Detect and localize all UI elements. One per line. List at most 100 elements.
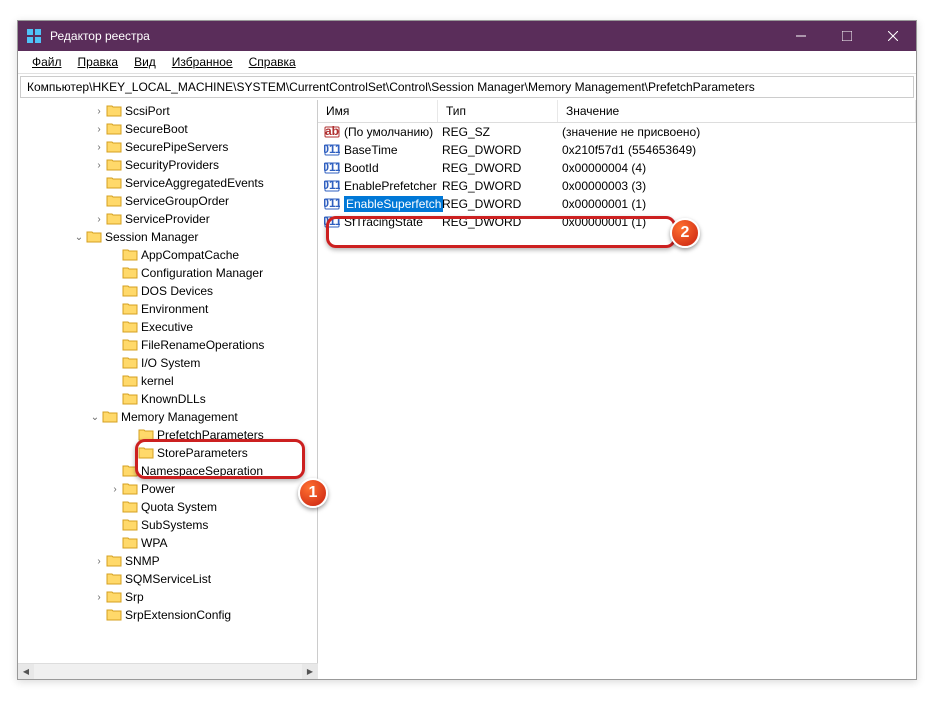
tree-item[interactable]: NamespaceSeparation [104,462,317,480]
tree-item[interactable]: ›SecurePipeServers [88,138,317,156]
svg-text:011: 011 [324,196,340,210]
folder-icon [106,158,122,172]
menu-file[interactable]: Файл [26,53,68,71]
column-value[interactable]: Значение [558,100,916,122]
column-type[interactable]: Тип [438,100,558,122]
folder-icon [122,464,138,478]
menu-view[interactable]: Вид [128,53,162,71]
maximize-button[interactable] [824,21,870,51]
registry-value-row[interactable]: 011SfTracingStateREG_DWORD0x00000001 (1) [318,213,916,231]
dword-value-icon: 011 [324,178,340,194]
tree-item[interactable]: ›ScsiPort [88,102,317,120]
folder-icon [106,194,122,208]
menu-edit[interactable]: Правка [72,53,125,71]
folder-icon [138,446,154,460]
registry-value-row[interactable]: 011BaseTimeREG_DWORD0x210f57d1 (55465364… [318,141,916,159]
tree-item[interactable]: ServiceGroupOrder [88,192,317,210]
folder-icon [122,482,138,496]
chevron-right-icon[interactable]: › [92,122,106,136]
svg-text:011: 011 [324,214,340,228]
tree-item[interactable]: ›Srp [88,588,317,606]
tree-item[interactable]: SrpExtensionConfig [88,606,317,624]
tree-item[interactable]: ›SNMP [88,552,317,570]
tree-item[interactable]: SQMServiceList [88,570,317,588]
folder-icon [106,608,122,622]
folder-icon [102,410,118,424]
folder-icon [122,302,138,316]
tree-item[interactable]: Configuration Manager [104,264,317,282]
tree-item[interactable]: StoreParameters [120,444,317,462]
svg-text:ab: ab [325,124,339,138]
window-controls [778,21,916,51]
scroll-left-button[interactable]: ◀ [18,664,34,679]
tree-item[interactable]: Executive [104,318,317,336]
chevron-right-icon[interactable]: › [108,482,122,496]
folder-icon [122,356,138,370]
tree-item[interactable]: kernel [104,372,317,390]
horizontal-scrollbar[interactable]: ◀ ▶ [18,663,318,679]
tree-item[interactable]: SubSystems [104,516,317,534]
tree-item-memory-management[interactable]: ⌄ Memory Management [18,408,317,426]
tree-item[interactable]: Quota System [104,498,317,516]
folder-icon [122,266,138,280]
folder-icon [122,284,138,298]
folder-icon [106,176,122,190]
tree-item[interactable]: ›Power [104,480,317,498]
registry-value-row[interactable]: 011EnableSuperfetchREG_DWORD0x00000001 (… [318,195,916,213]
string-value-icon: ab [324,124,340,140]
folder-icon [106,104,122,118]
dword-value-icon: 011 [324,160,340,176]
close-button[interactable] [870,21,916,51]
chevron-down-icon[interactable]: ⌄ [88,410,102,424]
tree-pane[interactable]: ›ScsiPort›SecureBoot›SecurePipeServers›S… [18,100,318,679]
tree-item-session-manager[interactable]: ⌄ Session Manager [18,228,317,246]
dword-value-icon: 011 [324,214,340,230]
chevron-right-icon[interactable]: › [92,140,106,154]
folder-icon [106,140,122,154]
tree-item[interactable]: KnownDLLs [104,390,317,408]
svg-text:011: 011 [324,142,340,156]
chevron-right-icon[interactable]: › [92,554,106,568]
tree-item[interactable]: ›SecureBoot [88,120,317,138]
list-header: Имя Тип Значение [318,100,916,123]
chevron-right-icon[interactable]: › [92,212,106,226]
tree-item[interactable]: DOS Devices [104,282,317,300]
registry-value-row[interactable]: 011BootIdREG_DWORD0x00000004 (4) [318,159,916,177]
registry-value-row[interactable]: ab(По умолчанию)REG_SZ(значение не присв… [318,123,916,141]
dword-value-icon: 011 [324,196,340,212]
svg-text:011: 011 [324,160,340,174]
registry-editor-window: Редактор реестра Файл Правка Вид Избранн… [17,20,917,680]
tree-item[interactable]: PrefetchParameters [120,426,317,444]
tree-item[interactable]: ›SecurityProviders [88,156,317,174]
tree-item[interactable]: FileRenameOperations [104,336,317,354]
titlebar[interactable]: Редактор реестра [18,21,916,51]
address-bar[interactable]: Компьютер\HKEY_LOCAL_MACHINE\SYSTEM\Curr… [20,76,914,98]
maximize-icon [842,31,852,41]
folder-icon [86,230,102,244]
column-name[interactable]: Имя [318,100,438,122]
folder-icon [122,338,138,352]
chevron-right-icon[interactable]: › [92,158,106,172]
folder-icon [122,374,138,388]
menu-help[interactable]: Справка [243,53,302,71]
app-icon [26,28,42,44]
registry-value-row[interactable]: 011EnablePrefetcherREG_DWORD0x00000003 (… [318,177,916,195]
tree-item[interactable]: AppCompatCache [104,246,317,264]
chevron-right-icon[interactable]: › [92,590,106,604]
tree-item[interactable]: Environment [104,300,317,318]
scroll-track[interactable] [34,664,302,679]
values-pane[interactable]: Имя Тип Значение ab(По умолчанию)REG_SZ(… [318,100,916,679]
chevron-down-icon[interactable]: ⌄ [72,230,86,244]
minimize-icon [796,31,806,41]
tree-item[interactable]: ›ServiceProvider [88,210,317,228]
tree-item[interactable]: ServiceAggregatedEvents [88,174,317,192]
folder-icon [122,518,138,532]
folder-icon [122,248,138,262]
tree-item[interactable]: WPA [104,534,317,552]
scroll-right-button[interactable]: ▶ [302,664,318,679]
minimize-button[interactable] [778,21,824,51]
chevron-right-icon[interactable]: › [92,104,106,118]
tree-item[interactable]: I/O System [104,354,317,372]
menu-favorites[interactable]: Избранное [166,53,239,71]
folder-icon [106,554,122,568]
